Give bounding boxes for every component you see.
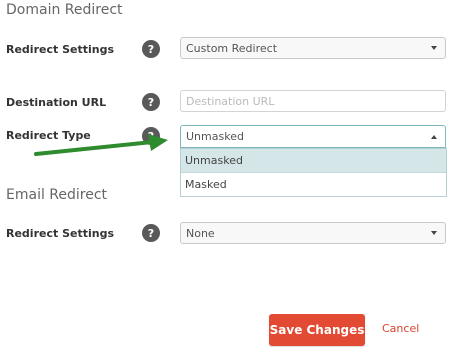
arrow-right-icon: [34, 134, 168, 156]
option-unmasked[interactable]: Unmasked: [181, 149, 446, 172]
section-title-domain-redirect: Domain Redirect: [6, 2, 123, 18]
section-title-email-redirect: Email Redirect: [6, 187, 108, 203]
destination-url-placeholder: Destination URL: [186, 94, 275, 108]
redirect-type-select[interactable]: Unmasked: [180, 125, 446, 148]
email-redirect-settings-select[interactable]: None: [180, 222, 446, 244]
option-masked[interactable]: Masked: [181, 172, 446, 196]
redirect-settings-select[interactable]: Custom Redirect: [180, 37, 446, 59]
chevron-down-icon: [431, 46, 437, 50]
question-icon[interactable]: ?: [142, 93, 160, 111]
cancel-link[interactable]: Cancel: [382, 322, 419, 335]
chevron-up-icon: [431, 134, 437, 139]
question-icon[interactable]: ?: [142, 224, 160, 242]
destination-url-input[interactable]: Destination URL: [180, 90, 446, 112]
save-changes-button[interactable]: Save Changes: [269, 314, 365, 346]
redirect-type-value: Unmasked: [186, 130, 244, 143]
destination-url-label: Destination URL: [6, 96, 107, 109]
redirect-settings-label: Redirect Settings: [6, 43, 114, 56]
email-redirect-settings-value: None: [186, 226, 215, 240]
question-icon[interactable]: ?: [142, 40, 160, 58]
chevron-down-icon: [431, 231, 437, 235]
redirect-type-dropdown: Unmasked Masked: [180, 148, 447, 197]
email-redirect-settings-label: Redirect Settings: [6, 227, 114, 240]
redirect-settings-value: Custom Redirect: [186, 41, 278, 55]
